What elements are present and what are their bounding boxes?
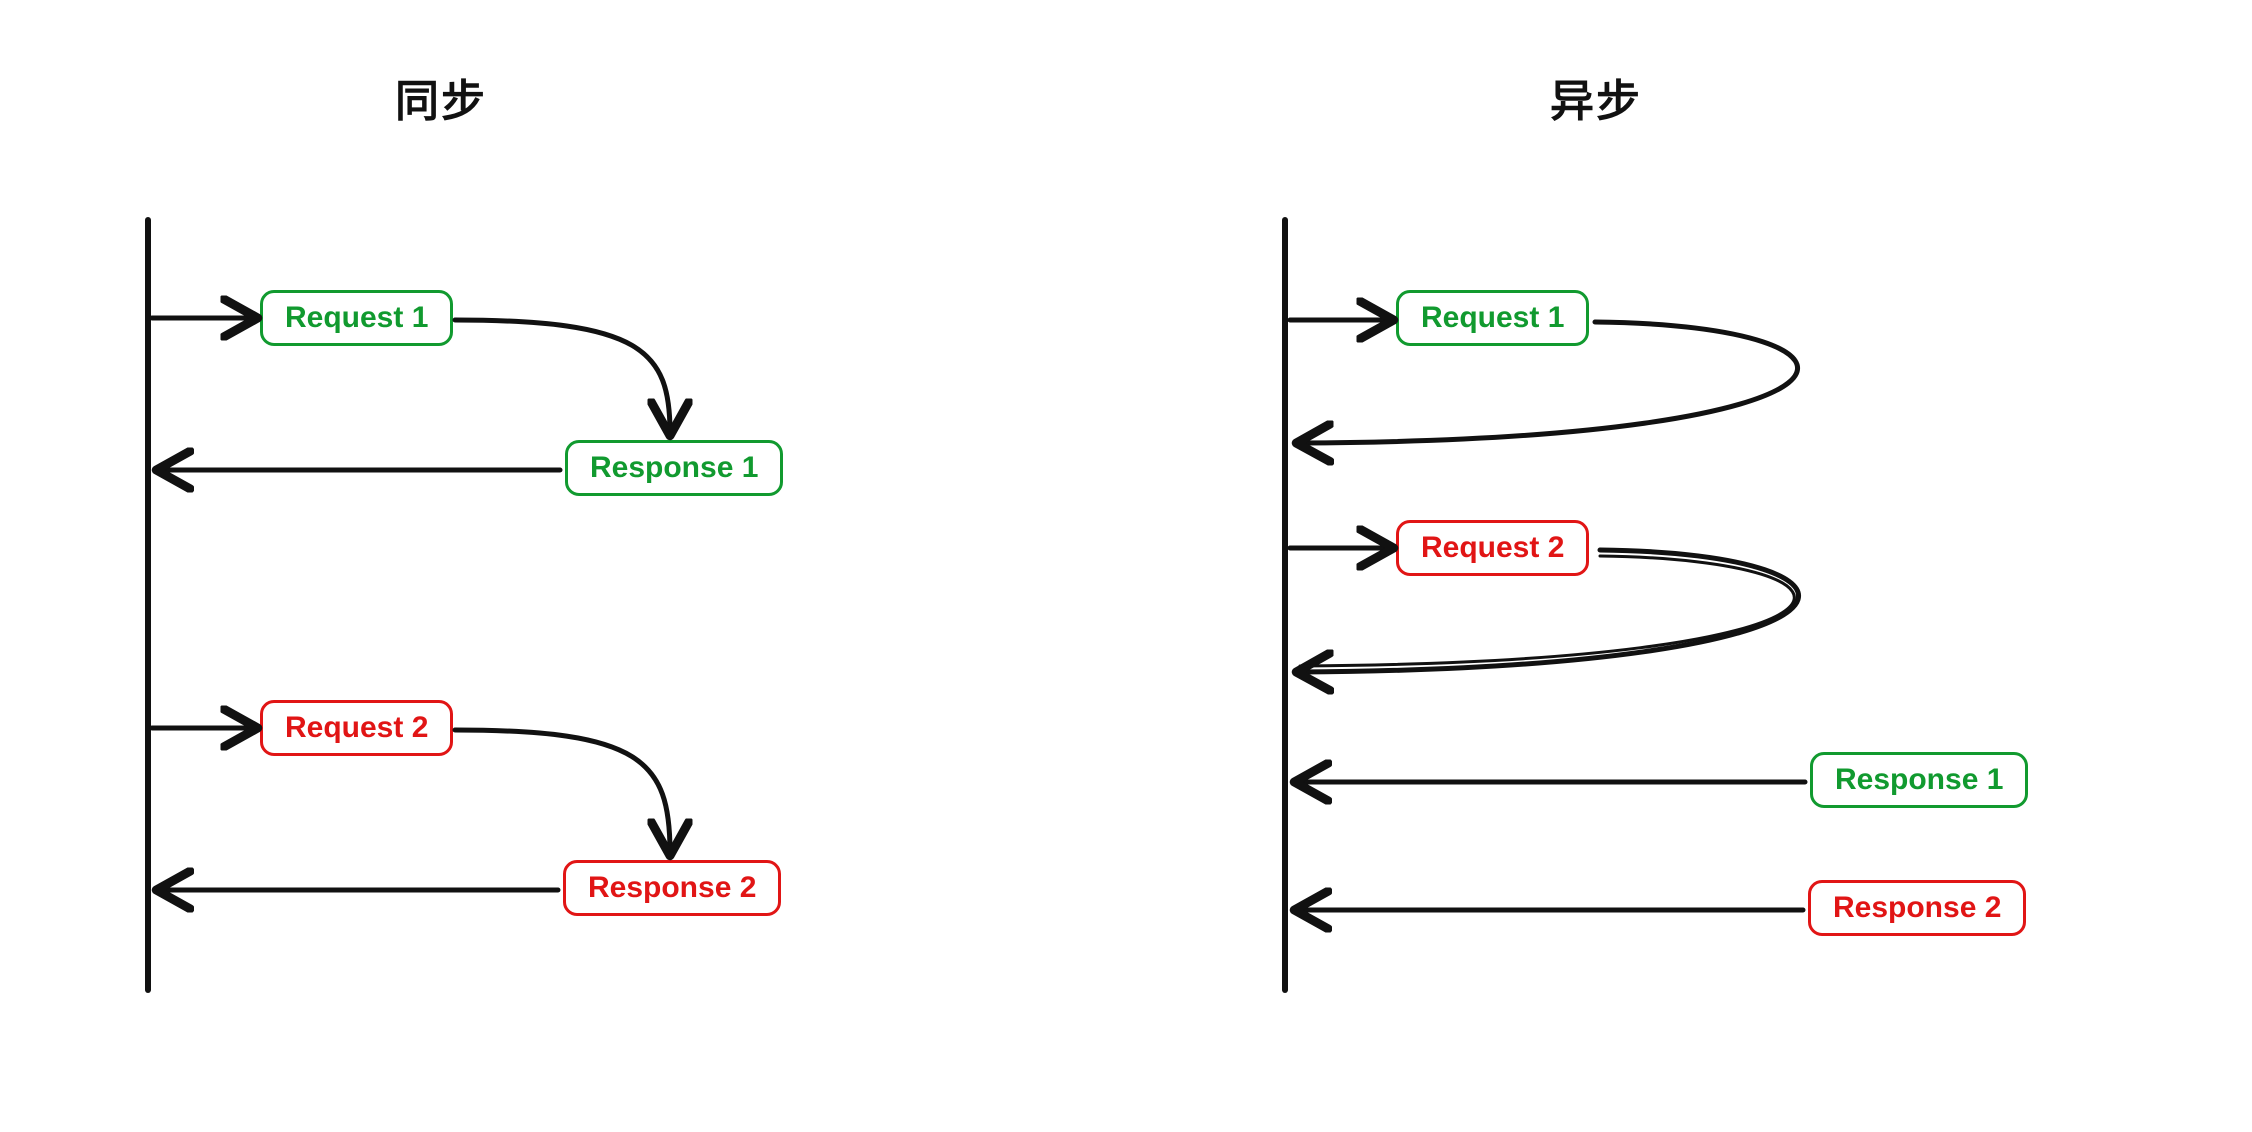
diagram-root: 同步 异步 Request 1 Response 1 Request 2 Res… [0,0,2252,1132]
sync-curve-req2-resp2 [455,730,670,852]
sync-curve-req1-resp1 [455,320,670,432]
async-loop-req2-overlay [1300,556,1794,666]
async-loop-req1 [1300,322,1798,443]
async-loop-req2 [1300,550,1799,672]
arrows-layer [0,0,2252,1132]
